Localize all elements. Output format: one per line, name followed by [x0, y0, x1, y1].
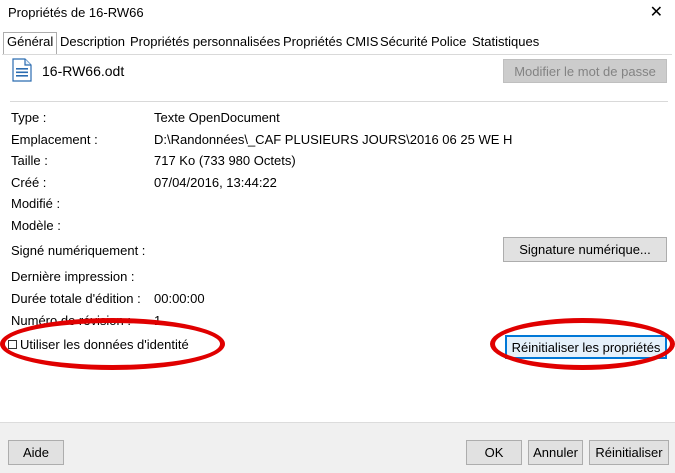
last-printed-label: Dernière impression :: [11, 269, 135, 284]
close-icon[interactable]: ✕: [650, 2, 663, 21]
location-value: D:\Randonnées\_CAF PLUSIEURS JOURS\2016 …: [154, 132, 513, 147]
file-name: 16-RW66.odt: [42, 63, 125, 79]
help-button[interactable]: Aide: [8, 440, 64, 465]
window-title: Propriétés de 16-RW66: [8, 5, 144, 20]
revision-label: Numéro de révision :: [11, 313, 131, 328]
created-label: Créé :: [11, 175, 47, 190]
type-value: Texte OpenDocument: [154, 110, 280, 125]
revision-value: 1: [154, 313, 162, 328]
use-user-data-label: Utiliser les données d'identité: [20, 337, 189, 352]
signed-label: Signé numériquement :: [11, 243, 146, 258]
tab-cmis-properties[interactable]: Propriétés CMIS: [283, 33, 378, 53]
tab-font[interactable]: Police: [431, 33, 466, 53]
general-panel: 16-RW66.odt Modifier le mot de passe Typ…: [2, 54, 672, 423]
tab-statistics[interactable]: Statistiques: [472, 33, 539, 53]
reset-properties-button[interactable]: Réinitialiser les propriétés: [505, 335, 667, 359]
size-value: 717 Ko (733 980 Octets): [154, 153, 296, 168]
created-value: 07/04/2016, 13:44:22: [154, 175, 277, 190]
type-label: Type :: [11, 110, 47, 125]
tab-general[interactable]: Général: [3, 32, 58, 55]
tab-description[interactable]: Description: [60, 33, 125, 53]
size-label: Taille :: [11, 153, 48, 168]
document-icon: [12, 58, 32, 82]
title-bar: Propriétés de 16-RW66 ✕: [0, 0, 675, 26]
modified-label: Modifié :: [11, 196, 61, 211]
digital-signature-button[interactable]: Signature numérique...: [503, 237, 667, 262]
template-label: Modèle :: [11, 218, 61, 233]
dialog-footer: Aide OK Annuler Réinitialiser: [0, 422, 675, 473]
ok-button[interactable]: OK: [466, 440, 522, 465]
cancel-button[interactable]: Annuler: [528, 440, 583, 465]
tab-strip: Général Description Propriétés personnal…: [0, 32, 675, 55]
use-user-data-checkbox[interactable]: [8, 340, 17, 349]
editing-time-label: Durée totale d'édition :: [11, 291, 141, 306]
reset-button[interactable]: Réinitialiser: [589, 440, 669, 465]
tab-custom-properties[interactable]: Propriétés personnalisées: [130, 33, 280, 53]
editing-time-value: 00:00:00: [154, 291, 205, 306]
tab-security[interactable]: Sécurité: [380, 33, 428, 53]
change-password-button[interactable]: Modifier le mot de passe: [503, 59, 667, 83]
location-label: Emplacement :: [11, 132, 98, 147]
divider: [10, 101, 668, 102]
